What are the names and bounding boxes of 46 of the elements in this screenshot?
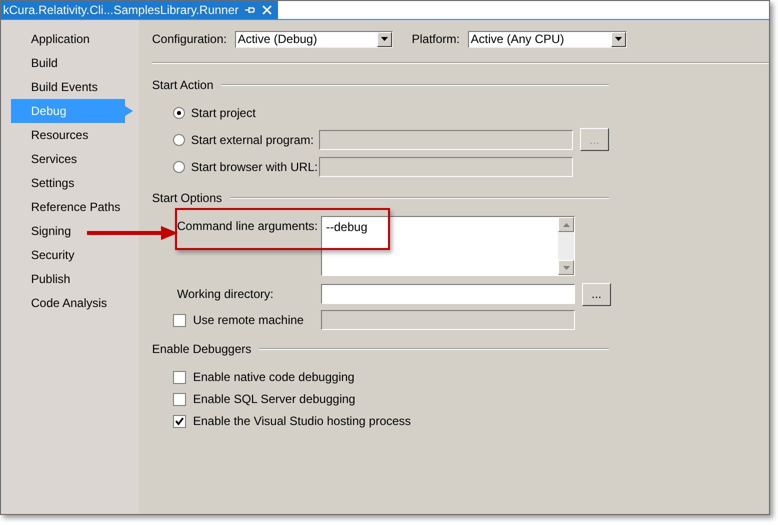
sidebar-item[interactable]: Build Events — [11, 75, 98, 99]
sidebar-item[interactable]: Reference Paths — [11, 195, 120, 219]
arrow-icon — [87, 225, 179, 241]
dropdown-arrow-icon — [614, 37, 622, 41]
checkbox[interactable] — [173, 414, 186, 428]
checkbox-label: Enable the Visual Studio hosting process — [193, 414, 411, 428]
option-label: Start external program: — [191, 132, 315, 146]
dropdown[interactable]: Active (Debug) — [234, 30, 393, 48]
text-area[interactable]: --debug — [321, 216, 575, 276]
close-icon[interactable] — [260, 5, 273, 15]
browse-button[interactable]: ... — [582, 282, 611, 306]
radio-button[interactable] — [173, 106, 185, 118]
scroll-up-icon — [562, 222, 570, 226]
section-heading: Start Options — [152, 191, 222, 205]
sidebar-item[interactable]: Build — [11, 51, 58, 75]
scroll-down-icon — [562, 266, 570, 270]
sidebar-item[interactable]: Application — [11, 27, 90, 51]
text-field[interactable] — [321, 284, 575, 304]
field-label: Configuration: — [152, 32, 227, 46]
option-label: Start project — [191, 106, 257, 120]
sidebar-item[interactable]: Settings — [11, 171, 74, 195]
checkbox[interactable] — [173, 370, 186, 384]
sidebar-item[interactable]: Services — [11, 147, 78, 171]
sidebar-item[interactable]: Security — [11, 243, 74, 267]
section-heading: Enable Debuggers — [152, 342, 252, 356]
document-tab[interactable]: kCura.Relativity.Cli...SamplesLibrary.Runner — [1, 1, 278, 19]
field-label: Working directory: — [177, 287, 274, 301]
field-label: Command line arguments: — [177, 219, 318, 233]
checkbox-label: Enable SQL Server debugging — [193, 392, 356, 406]
checkbox[interactable] — [173, 392, 186, 406]
section-heading: Start Action — [152, 78, 214, 92]
dropdown[interactable]: Active (Any CPU) — [468, 30, 627, 48]
pin-icon[interactable] — [244, 5, 256, 15]
radio-button[interactable] — [173, 134, 185, 146]
sidebar-item[interactable]: Code Analysis — [11, 291, 108, 315]
checkbox-label: Enable native code debugging — [193, 370, 354, 384]
sidebar-item[interactable]: Signing — [11, 219, 72, 243]
sidebar-item[interactable]: Publish — [11, 267, 70, 291]
sidebar-item[interactable]: Resources — [11, 123, 88, 147]
field-label: Platform: — [412, 32, 460, 46]
checkmark-icon — [175, 416, 184, 426]
option-label: Start browser with URL: — [191, 160, 319, 174]
dropdown-arrow-icon — [380, 37, 388, 41]
checkbox-label: Use remote machine — [193, 313, 305, 327]
checkbox[interactable] — [173, 314, 186, 326]
radio-button[interactable] — [173, 160, 185, 172]
